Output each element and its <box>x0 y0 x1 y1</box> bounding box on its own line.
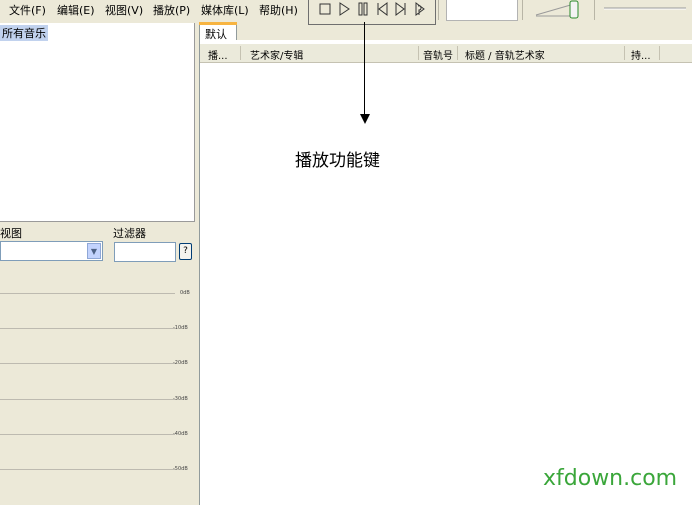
column-divider[interactable] <box>418 46 419 60</box>
transport-controls <box>308 0 436 25</box>
menu-bar: 文件(F) 编辑(E) 视图(V) 播放(P) 媒体库(L) 帮助(H) <box>0 0 310 20</box>
annotation-arrow <box>364 22 365 118</box>
equalizer-panel: 0dB -10dB -20dB -30dB -40dB -50dB <box>0 270 196 505</box>
tree-item-all-music[interactable]: 所有音乐 <box>0 25 48 41</box>
eq-gridline <box>0 399 175 400</box>
library-tree: 所有音乐 <box>0 23 195 222</box>
eq-gridline <box>0 328 175 329</box>
column-divider[interactable] <box>624 46 625 60</box>
menu-playback[interactable]: 播放(P) <box>153 2 190 18</box>
toolbar-separator <box>438 0 439 20</box>
menu-view[interactable]: 视图(V) <box>105 2 143 18</box>
chevron-down-icon[interactable]: ▼ <box>87 243 101 259</box>
column-title-track-artist[interactable]: 标题 / 音轨艺术家 <box>465 47 545 62</box>
eq-gridline <box>0 469 175 470</box>
stop-icon[interactable] <box>318 1 332 17</box>
eq-label: -20dB <box>173 360 188 366</box>
annotation-text: 播放功能键 <box>295 151 380 171</box>
volume-slider[interactable] <box>534 0 582 20</box>
column-duration[interactable]: 持... <box>631 47 651 62</box>
column-divider[interactable] <box>659 46 660 60</box>
eq-label: -50dB <box>173 466 188 472</box>
pause-icon[interactable] <box>356 1 370 17</box>
eq-gridline <box>0 434 175 435</box>
menu-help[interactable]: 帮助(H) <box>259 2 298 18</box>
toolbar-separator <box>594 0 595 20</box>
view-label: 视图 <box>0 227 22 240</box>
column-divider[interactable] <box>457 46 458 60</box>
next-icon[interactable] <box>394 1 408 17</box>
filter-label: 过滤器 <box>113 227 146 240</box>
column-playing[interactable]: 播... <box>208 47 228 62</box>
column-divider[interactable] <box>240 46 241 60</box>
menu-edit[interactable]: 编辑(E) <box>57 2 95 18</box>
eq-gridline <box>0 363 175 364</box>
previous-icon[interactable] <box>375 1 389 17</box>
column-header: 播... 艺术家/专辑 音轨号 标题 / 音轨艺术家 持... <box>200 44 692 63</box>
toolbar-separator <box>522 0 523 20</box>
filter-input[interactable] <box>114 242 176 262</box>
eq-gridline <box>0 293 175 294</box>
eq-label: -30dB <box>173 396 188 402</box>
view-select[interactable]: ▼ <box>0 241 103 261</box>
seek-bar[interactable] <box>604 0 688 20</box>
eq-label: 0dB <box>180 290 190 296</box>
watermark: xfdown.com <box>543 466 678 491</box>
tab-default[interactable]: 默认 <box>199 22 237 41</box>
random-icon[interactable] <box>413 1 427 17</box>
column-artist-album[interactable]: 艺术家/专辑 <box>250 47 303 62</box>
search-box[interactable] <box>446 0 518 21</box>
arrow-head-icon <box>360 114 370 124</box>
column-track-number[interactable]: 音轨号 <box>423 47 453 62</box>
eq-label: -40dB <box>173 431 188 437</box>
help-button[interactable]: ? <box>179 243 192 260</box>
play-icon[interactable] <box>337 1 351 17</box>
menu-library[interactable]: 媒体库(L) <box>201 2 249 18</box>
eq-label: -10dB <box>173 325 188 331</box>
menu-file[interactable]: 文件(F) <box>9 2 46 18</box>
playlist-view[interactable]: 播... 艺术家/专辑 音轨号 标题 / 音轨艺术家 持... <box>199 40 692 505</box>
